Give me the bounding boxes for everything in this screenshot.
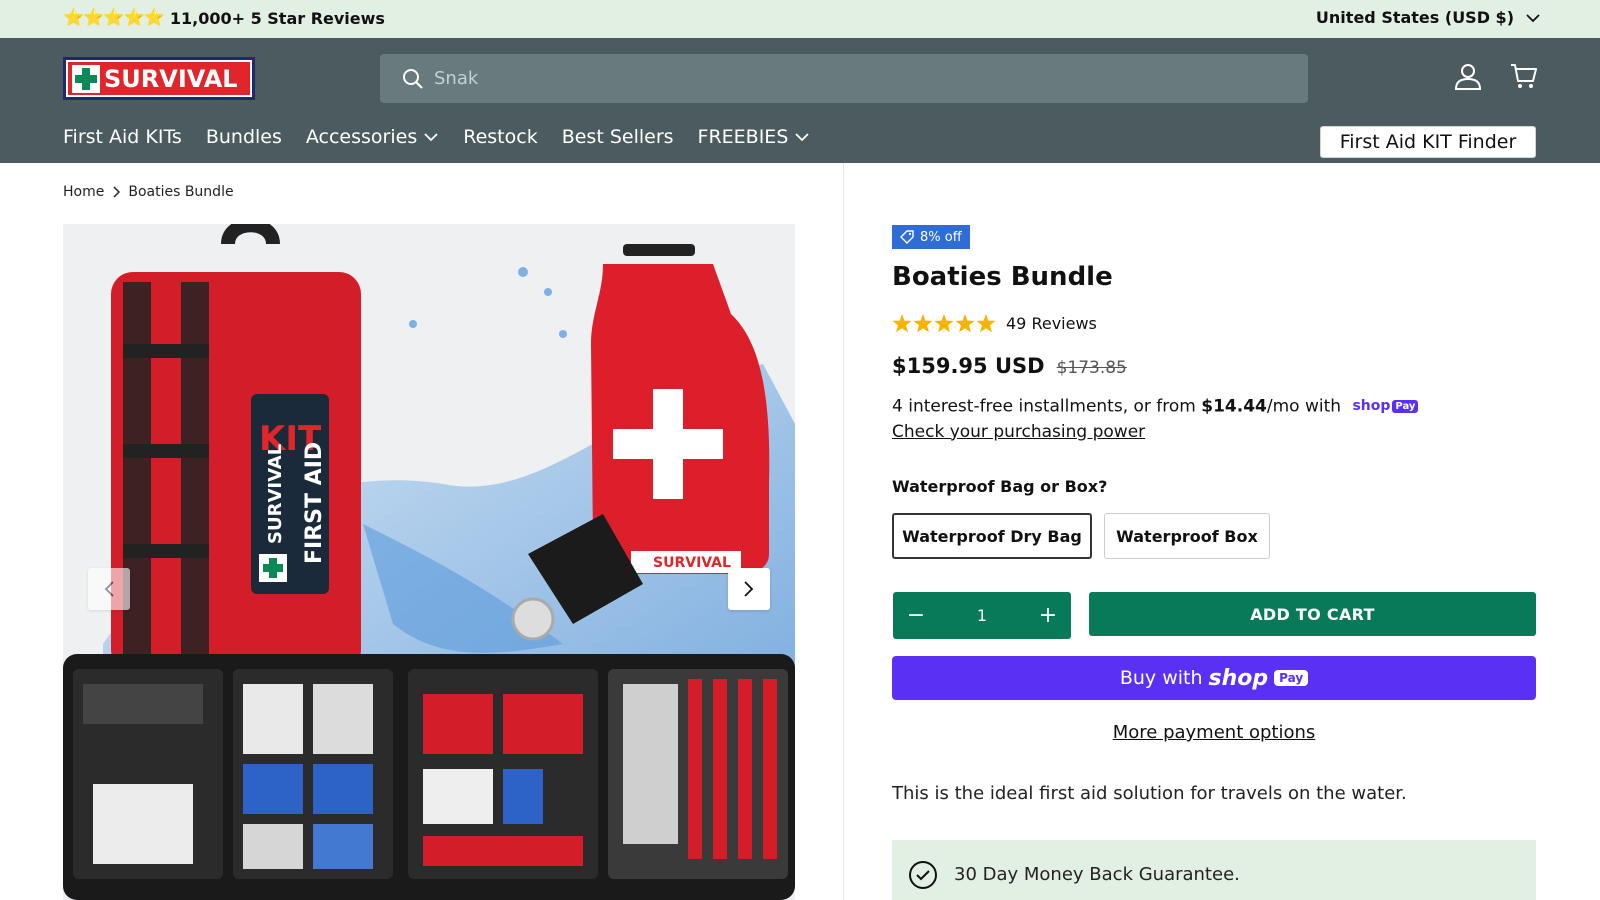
announcement-stars: ⭐⭐⭐⭐⭐: [63, 8, 165, 28]
star-icon: [934, 314, 954, 333]
breadcrumb-home[interactable]: Home: [63, 184, 104, 200]
chevron-right-icon: [113, 186, 121, 198]
shoppay-logo-shop: shop: [1352, 398, 1391, 414]
currency-label: United States (USD $): [1315, 8, 1514, 27]
product-title: Boaties Bundle: [892, 262, 1113, 292]
kit-finder-button[interactable]: First Aid KIT Finder: [1320, 126, 1536, 158]
option-waterproof-dry-bag[interactable]: Waterproof Dry Bag: [892, 513, 1092, 559]
product-image: KIT SURVIVAL FIRST AID SURVIVAL: [63, 224, 795, 900]
cart-icon[interactable]: [1508, 60, 1540, 92]
guarantee-banner: 30 Day Money Back Guarantee.: [892, 840, 1536, 900]
nav-label: FREEBIES: [697, 126, 789, 148]
account-icon[interactable]: [1452, 60, 1484, 92]
breadcrumb: Home Boaties Bundle: [63, 184, 234, 200]
nav-item-bundles[interactable]: Bundles: [206, 126, 282, 148]
gallery-prev-button[interactable]: [88, 568, 130, 610]
sale-price: $159.95 USD: [892, 354, 1045, 378]
search-icon: [403, 68, 423, 89]
installments-amount: $14.44: [1201, 396, 1267, 417]
logo[interactable]: SURVIVAL: [63, 57, 255, 100]
discount-badge-label: 8% off: [920, 229, 962, 245]
dry-bag-label: SURVIVAL: [653, 555, 731, 571]
nav-label: Bundles: [205, 126, 282, 148]
breadcrumb-current: Boaties Bundle: [128, 184, 234, 200]
chevron-right-icon: [744, 581, 754, 597]
nav-item-restock[interactable]: Restock: [463, 126, 537, 148]
quantity-stepper: − 1 +: [893, 592, 1071, 639]
chevron-down-icon: [795, 133, 810, 142]
check-purchasing-power-link[interactable]: Check your purchasing power: [892, 420, 1418, 445]
shoppay-logo-pay: Pay: [1392, 400, 1419, 413]
site-header: SURVIVAL First Aid KITs Bundles Accessor…: [0, 38, 1600, 163]
nav-label: Restock: [463, 126, 538, 148]
product-description: This is the ideal first aid solution for…: [892, 783, 1407, 804]
reviews-count[interactable]: 49 Reviews: [1006, 314, 1097, 333]
nav-label: First Aid KITs: [63, 126, 182, 148]
buy-with-shoppay-button[interactable]: Buy with shop Pay: [892, 656, 1536, 700]
installments-suffix: /mo with: [1266, 396, 1342, 417]
star-icon: [913, 314, 933, 333]
column-divider: [843, 163, 844, 900]
compare-price: $173.85: [1056, 358, 1127, 378]
star-icon: [976, 314, 996, 333]
add-to-cart-button[interactable]: ADD TO CART: [1089, 592, 1536, 636]
reviews-announcement: ⭐⭐⭐⭐⭐ 11,000+ 5 Star Reviews: [63, 8, 385, 28]
gallery-next-button[interactable]: [728, 568, 770, 610]
kit-brand-label: SURVIVAL: [265, 444, 286, 544]
nav-label: Best Sellers: [561, 126, 674, 148]
search-bar[interactable]: [380, 54, 1308, 103]
chevron-left-icon: [104, 581, 114, 597]
logo-cross-icon: [72, 64, 100, 93]
check-circle-icon: [909, 861, 937, 889]
star-icon: [892, 314, 912, 333]
nav-item-freebies[interactable]: FREEBIES: [698, 126, 811, 148]
price-block: $159.95 USD $173.85: [892, 354, 1127, 378]
nav-item-accessories[interactable]: Accessories: [306, 126, 439, 148]
option-waterproof-box[interactable]: Waterproof Box: [1104, 513, 1270, 559]
product-rating[interactable]: 49 Reviews: [892, 314, 1097, 333]
nav-label: Accessories: [305, 126, 418, 148]
search-input[interactable]: [434, 68, 1284, 89]
logo-text: SURVIVAL: [104, 64, 238, 93]
announcement-bar: ⭐⭐⭐⭐⭐ 11,000+ 5 Star Reviews United Stat…: [0, 0, 1600, 38]
chevron-down-icon: [1526, 13, 1540, 22]
option-label: Waterproof Bag or Box?: [892, 477, 1108, 496]
nav-item-best-sellers[interactable]: Best Sellers: [562, 126, 674, 148]
discount-badge: 8% off: [892, 225, 970, 249]
shop-wordmark: shop: [1208, 665, 1269, 691]
quantity-increase-button[interactable]: +: [1037, 603, 1059, 628]
quantity-value[interactable]: 1: [977, 606, 987, 625]
product-gallery: KIT SURVIVAL FIRST AID SURVIVAL: [63, 224, 795, 900]
shoppay-logo: shop Pay: [1352, 394, 1419, 419]
installments-prefix: 4 interest-free installments, or from: [892, 396, 1202, 417]
currency-selector[interactable]: United States (USD $): [1316, 8, 1540, 27]
pay-wordmark: Pay: [1274, 670, 1309, 686]
announcement-reviews-text: 11,000+ 5 Star Reviews: [169, 8, 385, 28]
rating-stars: [892, 314, 996, 333]
buy-with-label: Buy with: [1119, 667, 1203, 689]
more-payment-options-link[interactable]: More payment options: [892, 722, 1536, 743]
chevron-down-icon: [424, 133, 438, 142]
quantity-decrease-button[interactable]: −: [905, 603, 927, 628]
main-nav: First Aid KITs Bundles Accessories Resto…: [63, 126, 810, 148]
tag-icon: [900, 230, 914, 244]
star-icon: [955, 314, 975, 333]
kit-first-aid-label: FIRST AID: [302, 442, 327, 564]
nav-item-first-aid-kits[interactable]: First Aid KITs: [63, 126, 182, 148]
guarantee-text: 30 Day Money Back Guarantee.: [954, 864, 1240, 885]
installments-info: 4 interest-free installments, or from $1…: [892, 394, 1419, 445]
